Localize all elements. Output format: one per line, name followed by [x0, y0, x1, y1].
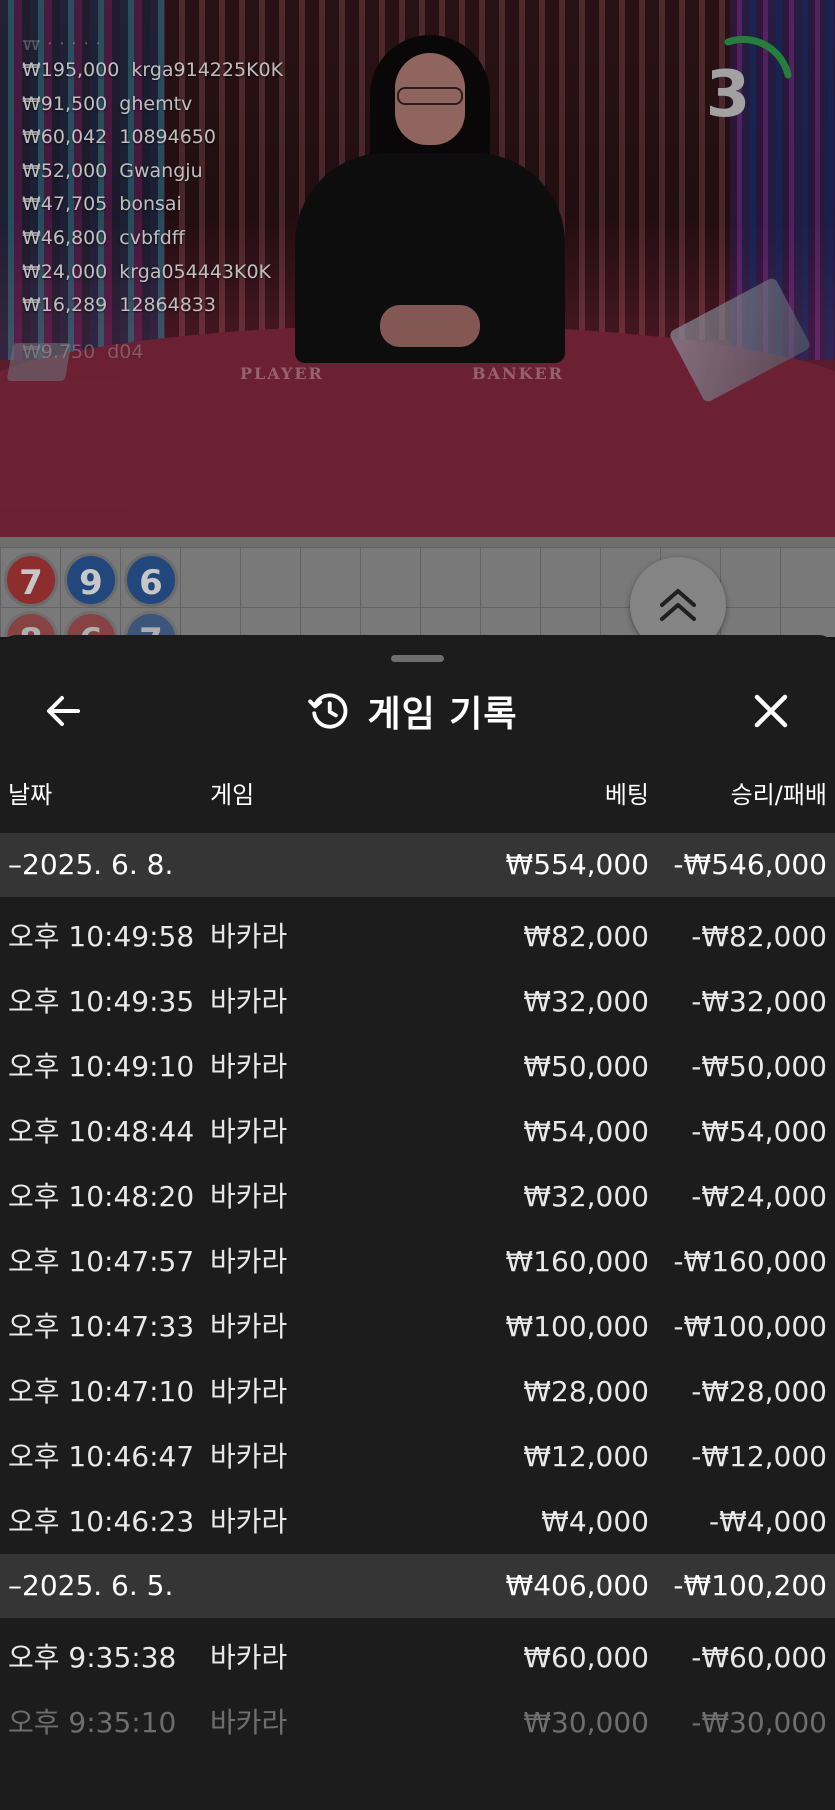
close-icon — [754, 694, 788, 728]
group-total-bet: ₩554,000 — [505, 848, 649, 881]
row-game: 바카라 — [210, 1440, 288, 1473]
back-button[interactable] — [38, 685, 90, 737]
history-icon — [308, 693, 348, 729]
back-arrow-icon — [47, 696, 80, 726]
group-date: –2025. 6. 8. — [8, 848, 174, 881]
row-result: -₩54,000 — [691, 1115, 827, 1148]
row-game: 바카라 — [210, 1050, 288, 1083]
row-game: 바카라 — [210, 1375, 288, 1408]
row-time: 오후 10:47:33 — [8, 1310, 195, 1343]
row-result: -₩50,000 — [691, 1050, 827, 1083]
row-game: 바카라 — [210, 920, 288, 953]
row-bet: ₩30,000 — [523, 1706, 649, 1739]
row-game: 바카라 — [210, 1310, 288, 1343]
column-headers: 날짜 게임 베팅 승리/패배 — [0, 775, 835, 815]
row-bet: ₩28,000 — [523, 1375, 649, 1408]
history-row: 오후 10:49:35 바카라 ₩32,000 -₩32,000 — [0, 969, 835, 1034]
game-history-sheet: 게임 기록 날짜 게임 베팅 승리/패배 –2025. 6. 8. ₩554,00… — [0, 635, 835, 1810]
history-row: 오후 10:47:10 바카라 ₩28,000 -₩28,000 — [0, 1359, 835, 1424]
row-game: 바카라 — [210, 985, 288, 1018]
row-result: -₩160,000 — [673, 1245, 827, 1278]
header-game: 게임 — [210, 781, 255, 809]
row-bet: ₩32,000 — [523, 1180, 649, 1213]
row-time: 오후 10:46:47 — [8, 1440, 195, 1473]
history-row: 오후 10:49:10 바카라 ₩50,000 -₩50,000 — [0, 1034, 835, 1099]
row-bet: ₩82,000 — [523, 920, 649, 953]
history-row: 오후 10:48:20 바카라 ₩32,000 -₩24,000 — [0, 1164, 835, 1229]
row-result: -₩24,000 — [691, 1180, 827, 1213]
row-result: -₩4,000 — [709, 1505, 827, 1538]
row-bet: ₩60,000 — [523, 1641, 649, 1674]
group-total-result: -₩100,200 — [673, 1569, 827, 1602]
row-time: 오후 10:47:10 — [8, 1375, 195, 1408]
row-time: 오후 9:35:38 — [8, 1641, 177, 1674]
close-button[interactable] — [745, 685, 797, 737]
row-time: 오후 10:49:35 — [8, 985, 195, 1018]
group-total-result: -₩546,000 — [673, 848, 827, 881]
row-bet: ₩12,000 — [523, 1440, 649, 1473]
background-dim-overlay — [0, 0, 835, 640]
row-result: -₩12,000 — [691, 1440, 827, 1473]
history-row: 오후 10:46:47 바카라 ₩12,000 -₩12,000 — [0, 1424, 835, 1489]
group-date: –2025. 6. 5. — [8, 1569, 174, 1602]
row-spacer — [0, 897, 835, 904]
row-game: 바카라 — [210, 1505, 288, 1538]
row-result: -₩28,000 — [691, 1375, 827, 1408]
row-time: 오후 10:48:20 — [8, 1180, 195, 1213]
row-time: 오후 9:35:10 — [8, 1706, 177, 1739]
row-bet: ₩160,000 — [505, 1245, 649, 1278]
row-result: -₩100,000 — [673, 1310, 827, 1343]
row-result: -₩32,000 — [691, 985, 827, 1018]
row-time: 오후 10:49:10 — [8, 1050, 195, 1083]
history-row: 오후 10:49:58 바카라 ₩82,000 -₩82,000 — [0, 904, 835, 969]
row-game: 바카라 — [210, 1706, 288, 1739]
row-game: 바카라 — [210, 1180, 288, 1213]
history-row: 오후 10:47:57 바카라 ₩160,000 -₩160,000 — [0, 1229, 835, 1294]
header-result: 승리/패배 — [730, 781, 827, 809]
date-group-header[interactable]: –2025. 6. 5. ₩406,000 -₩100,200 — [0, 1554, 835, 1618]
row-bet: ₩32,000 — [523, 985, 649, 1018]
sheet-header: 게임 기록 — [0, 685, 835, 737]
row-result: -₩30,000 — [691, 1706, 827, 1739]
history-row: 오후 10:47:33 바카라 ₩100,000 -₩100,000 — [0, 1294, 835, 1359]
sheet-title: 게임 기록 — [367, 694, 518, 735]
row-result: -₩60,000 — [691, 1641, 827, 1674]
row-bet: ₩4,000 — [541, 1505, 649, 1538]
row-time: 오후 10:46:23 — [8, 1505, 195, 1538]
history-row: 오후 9:35:38 바카라 ₩60,000 -₩60,000 — [0, 1625, 835, 1690]
history-row: 오후 10:46:23 바카라 ₩4,000 -₩4,000 — [0, 1489, 835, 1554]
group-total-bet: ₩406,000 — [505, 1569, 649, 1602]
row-game: 바카라 — [210, 1641, 288, 1674]
header-date: 날짜 — [8, 781, 53, 809]
sheet-drag-handle[interactable] — [391, 655, 444, 662]
header-bet: 베팅 — [604, 781, 649, 809]
row-result: -₩82,000 — [691, 920, 827, 953]
history-records-list: –2025. 6. 8. ₩554,000 -₩546,000 오후 10:49:58… — [0, 833, 835, 1755]
row-bet: ₩50,000 — [523, 1050, 649, 1083]
row-time: 오후 10:49:58 — [8, 920, 195, 953]
date-group-header[interactable]: –2025. 6. 8. ₩554,000 -₩546,000 — [0, 833, 835, 897]
row-spacer — [0, 1618, 835, 1625]
history-row: 오후 10:48:44 바카라 ₩54,000 -₩54,000 — [0, 1099, 835, 1164]
row-game: 바카라 — [210, 1115, 288, 1148]
row-bet: ₩54,000 — [523, 1115, 649, 1148]
row-game: 바카라 — [210, 1245, 288, 1278]
history-row: 오후 9:35:10 바카라 ₩30,000 -₩30,000 — [0, 1690, 835, 1755]
row-time: 오후 10:48:44 — [8, 1115, 195, 1148]
row-time: 오후 10:47:57 — [8, 1245, 195, 1278]
row-bet: ₩100,000 — [505, 1310, 649, 1343]
